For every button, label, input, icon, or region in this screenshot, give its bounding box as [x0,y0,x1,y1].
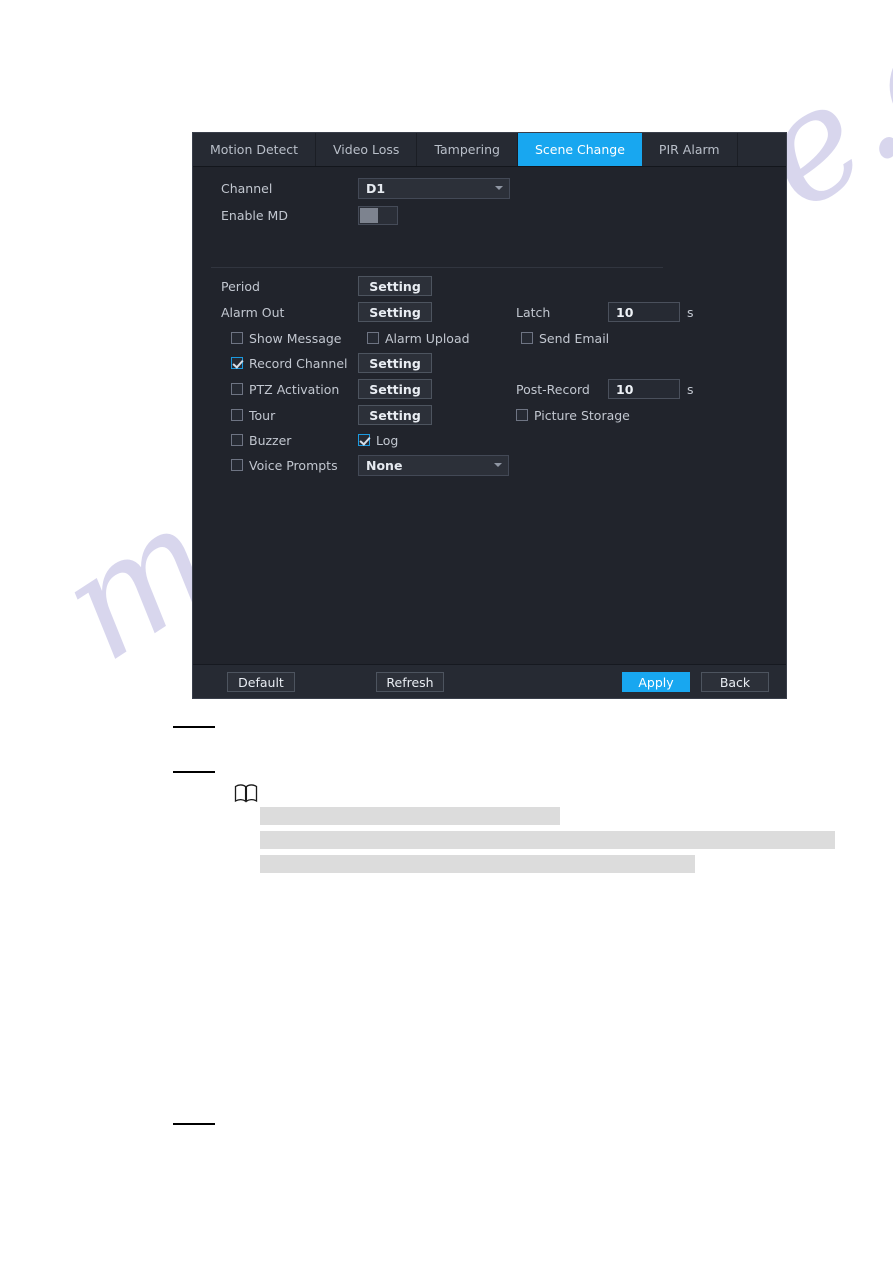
redacted-text-bar [260,831,835,849]
latch-input[interactable]: 10 [608,302,680,322]
picture-storage-label: Picture Storage [534,407,630,423]
checkbox-icon [231,459,243,471]
channel-select[interactable]: D1 [358,177,510,199]
latch-unit: s [687,304,694,320]
chevron-down-icon [494,463,502,467]
log-checkbox[interactable]: Log [358,433,398,448]
period-row: Period Setting [221,275,432,297]
tour-label: Tour [249,407,276,423]
channel-label: Channel [221,180,273,196]
section-rule-middle [173,771,215,773]
tab-motion-detect[interactable]: Motion Detect [193,133,317,166]
show-message-label: Show Message [249,330,342,346]
checkbox-icon [231,383,243,395]
post-record-unit: s [687,381,694,397]
enable-md-label: Enable MD [221,207,288,223]
ptz-activation-row: PTZ Activation Setting Post-Record 10 s [231,378,694,400]
dialog-footer: Default Refresh Apply Back [193,664,786,698]
alarm-upload-label: Alarm Upload [385,330,470,346]
checkbox-icon [516,409,528,421]
dialog-body: Channel D1 Enable MD Period Setting Alar… [193,167,786,667]
buzzer-label: Buzzer [249,432,292,448]
redacted-text-bar [260,855,695,873]
tour-checkbox[interactable]: Tour [231,408,358,423]
period-setting-button[interactable]: Setting [358,276,432,296]
scene-change-dialog: Motion Detect Video Loss Tampering Scene… [192,132,787,699]
tab-tampering[interactable]: Tampering [417,133,518,166]
channel-row: Channel D1 [221,177,510,199]
buzzer-checkbox[interactable]: Buzzer [231,433,358,448]
voice-prompts-checkbox[interactable]: Voice Prompts [231,458,358,473]
ptz-activation-setting-button[interactable]: Setting [358,379,432,399]
refresh-button[interactable]: Refresh [376,672,444,692]
alarm-out-label: Alarm Out [221,304,285,320]
record-channel-setting-button[interactable]: Setting [358,353,432,373]
tab-bar: Motion Detect Video Loss Tampering Scene… [193,133,786,167]
alarm-out-setting-button[interactable]: Setting [358,302,432,322]
post-record-input[interactable]: 10 [608,379,680,399]
log-label: Log [376,432,399,448]
enable-md-row: Enable MD [221,204,398,226]
voice-prompts-select-value: None [366,457,403,473]
send-email-label: Send Email [539,330,610,346]
ptz-activation-checkbox[interactable]: PTZ Activation [231,382,358,397]
default-button[interactable]: Default [227,672,295,692]
toggle-knob [360,207,378,223]
send-email-checkbox[interactable]: Send Email [521,331,609,346]
checkbox-icon [231,409,243,421]
section-divider [211,267,663,268]
tab-bar-filler [738,133,786,166]
channel-select-value: D1 [366,180,386,196]
checkbox-checked-icon [358,434,370,446]
post-record-label: Post-Record [516,381,590,397]
redacted-text-bar [260,807,560,825]
checkbox-icon [521,332,533,344]
checkbox-icon [231,332,243,344]
alarm-upload-checkbox[interactable]: Alarm Upload [367,331,521,346]
alarm-out-row: Alarm Out Setting Latch 10 s [221,301,694,323]
chevron-down-icon [495,186,503,190]
tab-scene-change[interactable]: Scene Change [517,133,642,166]
checkbox-checked-icon [231,357,243,369]
back-button[interactable]: Back [701,672,769,692]
apply-button[interactable]: Apply [622,672,690,692]
voice-prompts-row: Voice Prompts None [231,454,509,476]
record-channel-label: Record Channel [249,355,348,371]
ptz-activation-label: PTZ Activation [249,381,340,397]
section-rule-bottom [173,1123,215,1125]
notification-checkbox-row: Show Message Alarm Upload Send Email [231,327,609,349]
voice-prompts-label: Voice Prompts [249,457,338,473]
picture-storage-checkbox[interactable]: Picture Storage [516,408,630,423]
show-message-checkbox[interactable]: Show Message [231,331,367,346]
period-label: Period [221,278,260,294]
record-channel-checkbox[interactable]: Record Channel [231,356,358,371]
section-rule-top [173,726,215,728]
note-book-icon [234,784,258,803]
enable-md-toggle[interactable] [358,205,398,225]
tab-pir-alarm[interactable]: PIR Alarm [642,133,738,166]
checkbox-icon [231,434,243,446]
tour-row: Tour Setting Picture Storage [231,404,630,426]
record-channel-row: Record Channel Setting [231,352,432,374]
tour-setting-button[interactable]: Setting [358,405,432,425]
checkbox-icon [367,332,379,344]
voice-prompts-select[interactable]: None [358,454,509,476]
buzzer-row: Buzzer Log [231,429,398,451]
tab-video-loss[interactable]: Video Loss [316,133,418,166]
latch-label: Latch [516,304,551,320]
